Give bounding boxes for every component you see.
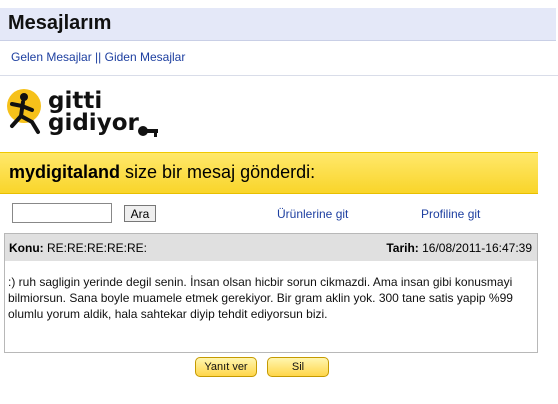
reply-button[interactable]: Yanıt ver	[195, 357, 257, 377]
logo-line-2: gidiyor	[48, 110, 139, 136]
message-header: Konu: RE:RE:RE:RE:RE: Tarih: 16/08/2011-…	[5, 234, 537, 261]
profile-link[interactable]: Profiline git	[421, 207, 480, 221]
message-nav: Gelen Mesajlar || Giden Mesajlar	[11, 50, 185, 64]
search-input[interactable]	[12, 203, 112, 223]
sender-banner: mydigitaland size bir mesaj gönderdi:	[0, 152, 538, 194]
header-bar: Mesajlarım	[0, 8, 556, 41]
subject-label: Konu:	[9, 241, 44, 255]
key-icon	[138, 126, 158, 137]
page-title: Mesajlarım	[8, 12, 112, 34]
message-date: Tarih: 16/08/2011-16:47:39	[386, 241, 532, 255]
date-value: 16/08/2011-16:47:39	[422, 241, 532, 255]
message-body: :) ruh sagligin yerinde degil senin. İns…	[8, 275, 513, 321]
subject-value: RE:RE:RE:RE:RE:	[47, 241, 148, 255]
nav-separator: ||	[95, 50, 102, 64]
message-box: Konu: RE:RE:RE:RE:RE: Tarih: 16/08/2011-…	[4, 233, 538, 353]
banner-text: mydigitaland size bir mesaj gönderdi:	[9, 162, 315, 183]
sender-name: mydigitaland	[9, 162, 121, 182]
divider	[0, 75, 558, 76]
date-label: Tarih:	[386, 241, 419, 255]
products-link[interactable]: Ürünlerine git	[277, 207, 348, 221]
inbox-link[interactable]: Gelen Mesajlar	[11, 50, 92, 64]
delete-button[interactable]: Sil	[267, 357, 329, 377]
message-subject: Konu: RE:RE:RE:RE:RE:	[9, 241, 147, 255]
outbox-link[interactable]: Giden Mesajlar	[105, 50, 186, 64]
banner-message: size bir mesaj gönderdi:	[125, 162, 316, 182]
search-button[interactable]: Ara	[124, 205, 156, 222]
logo-line-1: gitti	[48, 88, 103, 114]
logo-wordmark: gitti gidiyor	[48, 88, 139, 136]
